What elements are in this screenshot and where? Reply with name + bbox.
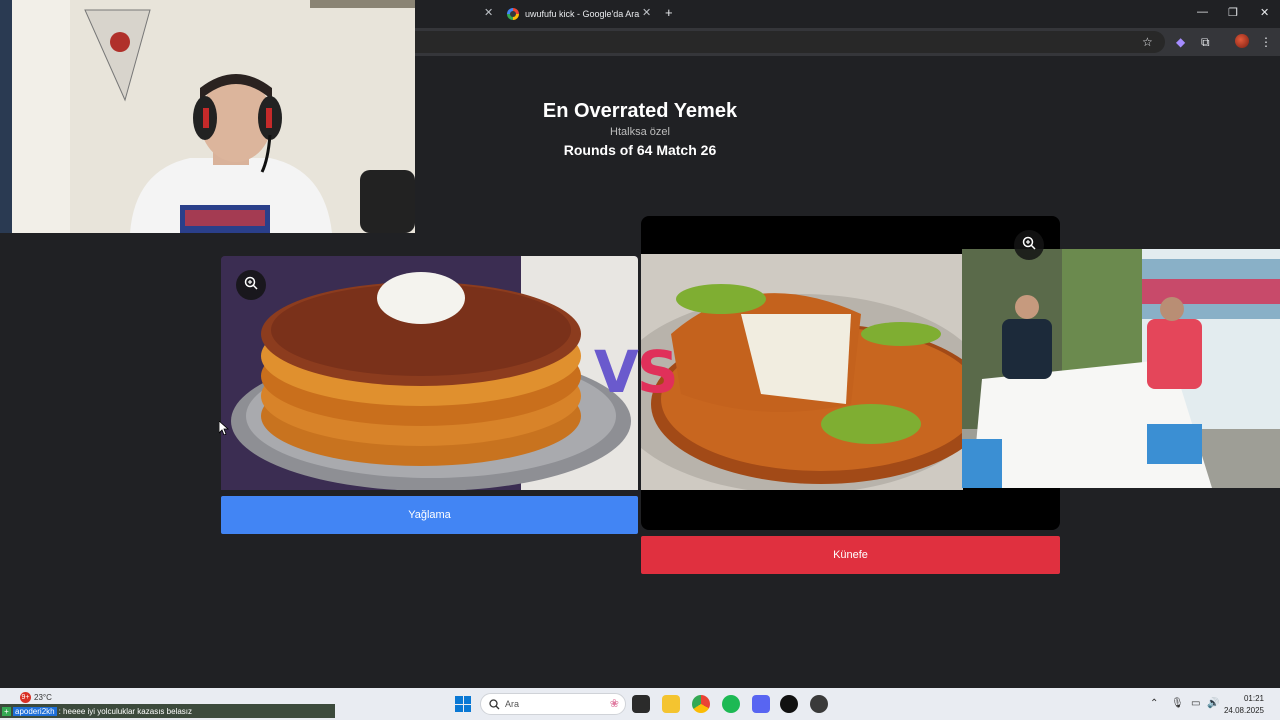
browser-tab-bar: ✕ uwufufu kick - Google'da Ara ✕ + — ❐ ✕ (415, 0, 1280, 28)
choose-kunefe-button[interactable]: Künefe (641, 536, 1060, 574)
round-label: Rounds of 64 Match 26 (563, 142, 717, 158)
webcam-overlay-two (962, 249, 1280, 488)
weather-badge: 9+ (20, 692, 31, 703)
tab-google-search-close-icon[interactable]: ✕ (642, 6, 651, 19)
flamingo-icon: ❀ (609, 698, 619, 710)
search-icon (489, 699, 500, 710)
microphone-icon[interactable]: 🎙 (1171, 698, 1184, 709)
taskbar-clock[interactable]: 01:21 24.08.2025 (1224, 693, 1264, 717)
tab-google-search[interactable]: uwufufu kick - Google'da Ara (507, 4, 657, 24)
weather-temperature[interactable]: 23°C (34, 693, 52, 702)
app-g-icon[interactable] (780, 695, 798, 713)
close-window-icon[interactable]: ✕ (1260, 6, 1269, 19)
choose-yaglama-button[interactable]: Yağlama (221, 496, 638, 534)
plus-badge-icon: + (2, 706, 11, 716)
start-button[interactable] (455, 696, 471, 712)
app-red-badge-icon[interactable] (810, 695, 828, 713)
minimize-icon[interactable]: — (1197, 6, 1208, 18)
yaglama-photo (221, 256, 638, 490)
restaurant-photo (962, 249, 1280, 488)
browser-toolbar: ☆ ◆ ⧉ ⋮ (415, 28, 1280, 56)
tab-previous-close-icon[interactable]: ✕ (484, 6, 493, 19)
stream-chat-overlay: + apoderi2kh : heeee iyi yolculuklar kaz… (0, 704, 335, 718)
page-title: En Overrated Yemek (542, 100, 738, 122)
file-explorer-icon[interactable] (662, 695, 680, 713)
address-bar[interactable] (415, 31, 1165, 53)
screen: ✕ uwufufu kick - Google'da Ara ✕ + — ❐ ✕… (0, 0, 1280, 720)
kunefe-photo (641, 254, 963, 490)
zoom-in-icon (1022, 236, 1036, 255)
right-zoom-button[interactable] (1014, 230, 1044, 260)
volume-icon[interactable]: 🔊 (1207, 698, 1219, 709)
network-icon[interactable]: ▭ (1191, 698, 1200, 709)
left-choice-image[interactable] (221, 256, 638, 490)
clock-time: 01:21 (1243, 694, 1264, 703)
vs-label: VS (594, 338, 679, 406)
new-tab-icon[interactable]: + (665, 5, 673, 20)
mouse-cursor-icon (218, 420, 230, 440)
page-subtitle: Htalksa özel (610, 126, 670, 138)
clock-date: 24.08.2025 (1223, 706, 1264, 715)
chat-username: apoderi2kh (13, 706, 57, 716)
menu-kebab-icon[interactable]: ⋮ (1260, 35, 1272, 49)
webcam-overlay (0, 0, 415, 233)
vs-letter-s: S (636, 338, 679, 406)
spotify-icon[interactable] (722, 695, 740, 713)
left-zoom-button[interactable] (236, 270, 266, 300)
webcam-image (0, 0, 415, 233)
bookmark-star-icon[interactable]: ☆ (1142, 35, 1153, 49)
taskbar-search[interactable]: Ara ❀ (480, 693, 626, 715)
tray-overflow-icon[interactable]: ⌃ (1150, 698, 1158, 709)
search-placeholder: Ara (505, 699, 520, 709)
tab-google-search-label: uwufufu kick - Google'da Ara (525, 9, 640, 19)
chrome-icon[interactable] (692, 695, 710, 713)
extensions-puzzle-icon[interactable]: ⧉ (1201, 35, 1210, 50)
profile-avatar[interactable] (1235, 34, 1249, 48)
task-view-icon[interactable] (632, 695, 650, 713)
google-favicon-icon (507, 8, 519, 20)
vs-letter-v: V (594, 338, 639, 406)
chat-message: : heeee iyi yolculuklar kazasıs belasız (58, 706, 192, 716)
extension-icon[interactable]: ◆ (1176, 35, 1185, 49)
discord-icon[interactable] (752, 695, 770, 713)
right-choice-image[interactable] (641, 254, 963, 490)
maximize-icon[interactable]: ❐ (1228, 6, 1238, 19)
zoom-in-icon (244, 276, 258, 295)
